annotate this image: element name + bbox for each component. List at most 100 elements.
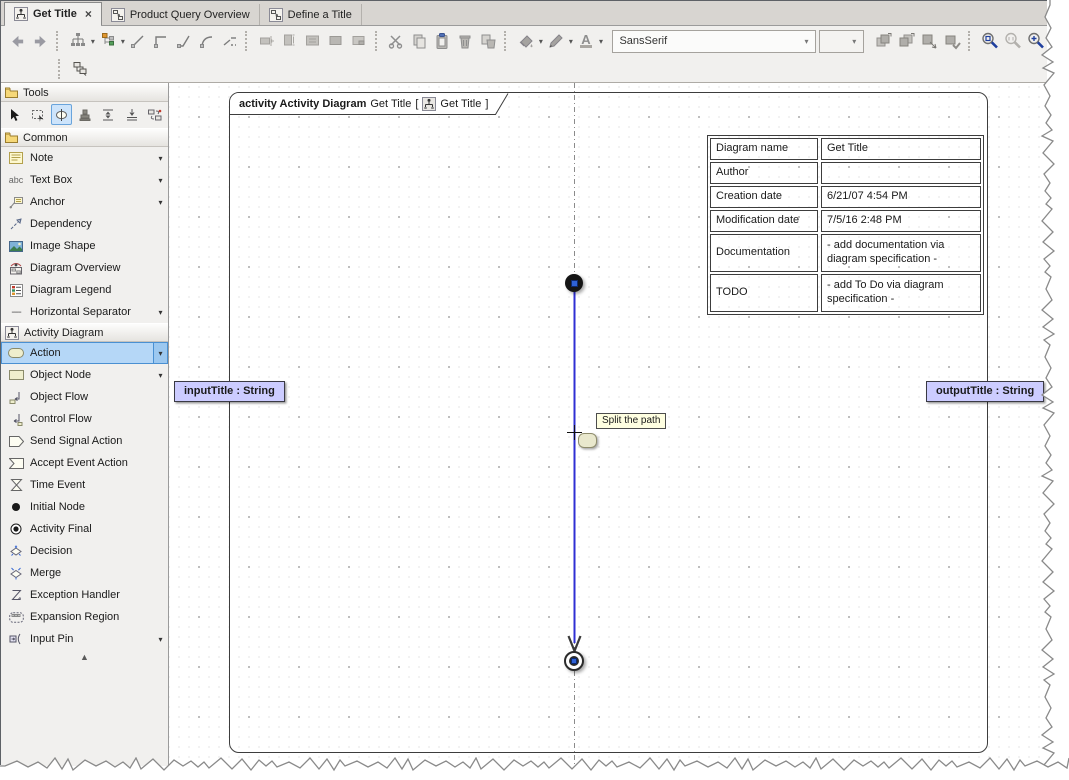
delete-button[interactable] [454, 30, 477, 53]
palette-item-text-box[interactable]: abc Text Box ▾ [1, 169, 168, 191]
dropdown-caret-icon[interactable]: ▾ [153, 343, 167, 363]
layout-diagram-button[interactable] [66, 30, 89, 53]
same-size-button[interactable] [302, 30, 325, 53]
palette-item-label: Time Event [30, 479, 86, 491]
zoom-1-1-button[interactable] [1001, 30, 1024, 53]
tab-product-query-overview[interactable]: Product Query Overview [102, 4, 260, 25]
line-color-button[interactable] [544, 30, 567, 53]
swap-element-tool[interactable] [145, 104, 166, 125]
activity-diagram-section-header[interactable]: Activity Diagram [1, 323, 168, 342]
split-path-tool[interactable] [50, 104, 73, 125]
resize-height-button[interactable] [279, 30, 302, 53]
palette-item-initial-node[interactable]: Initial Node [1, 496, 168, 518]
line-style-bent-button[interactable] [172, 30, 195, 53]
palette-item-accept-event-action[interactable]: Accept Event Action [1, 452, 168, 474]
dropdown-caret-icon[interactable]: ▾ [154, 148, 167, 168]
compress-spacing-tool[interactable] [121, 104, 142, 125]
autosize-button[interactable] [325, 30, 348, 53]
resize-width-button[interactable] [256, 30, 279, 53]
palette-item-control-flow[interactable]: Control Flow [1, 408, 168, 430]
activity-final-node[interactable] [564, 651, 584, 671]
common-section-header[interactable]: Common [1, 128, 168, 147]
palette-item-horizontal-separator[interactable]: ---- Horizontal Separator ▾ [1, 301, 168, 323]
palette-item-label: Merge [30, 567, 62, 579]
tab-label: Define a Title [287, 8, 352, 21]
stamp-tool[interactable] [74, 104, 95, 125]
dropdown-caret-icon[interactable]: ▾ [154, 365, 167, 385]
fill-color-caret-icon[interactable]: ▾ [537, 37, 544, 46]
palette-item-exception-handler[interactable]: Exception Handler [1, 584, 168, 606]
selection-handle[interactable] [571, 658, 577, 664]
diagram-info-table[interactable]: Diagram name Get Title Author Creation d… [707, 135, 984, 315]
forward-button[interactable] [29, 30, 52, 53]
control-flow-edge[interactable] [566, 291, 583, 657]
palette-item-diagram-legend[interactable]: Diagram Legend [1, 279, 168, 301]
cut-button[interactable] [385, 30, 408, 53]
frame-header-close-bracket: ] [485, 97, 489, 110]
vertical-spacing-tool[interactable] [98, 104, 119, 125]
tools-section-header[interactable]: Tools [1, 83, 168, 102]
note-icon [7, 152, 25, 164]
font-color-button[interactable]: A [574, 30, 597, 53]
select-siblings-button[interactable] [918, 30, 941, 53]
palette-item-object-flow[interactable]: Object Flow [1, 386, 168, 408]
zoom-region-button[interactable] [978, 30, 1001, 53]
table-row: Author [710, 162, 981, 184]
line-style-oblique-button[interactable] [126, 30, 149, 53]
font-family-combo[interactable]: SansSerif ▾ [612, 29, 817, 53]
line-color-caret-icon[interactable]: ▾ [567, 37, 574, 46]
rubber-band-select-tool[interactable] [27, 104, 48, 125]
palette-item-send-signal-action[interactable]: Send Signal Action [1, 430, 168, 452]
font-color-caret-icon[interactable]: ▾ [597, 37, 604, 46]
reset-size-button[interactable] [348, 30, 371, 53]
palette-item-decision[interactable]: Decision [1, 540, 168, 562]
send-to-back-button[interactable] [895, 30, 918, 53]
zoom-in-button[interactable] [1024, 30, 1047, 53]
dropdown-caret-icon[interactable]: ▾ [154, 629, 167, 649]
frame-header-name: Get Title [370, 97, 412, 110]
palette-item-activity-final[interactable]: Activity Final [1, 518, 168, 540]
initial-node[interactable] [565, 274, 583, 292]
quick-layout-button[interactable] [96, 30, 119, 53]
table-cell-value: Get Title [821, 138, 981, 160]
diagram-tab-bar: Get Title × Product Query Overview Defin… [1, 1, 1047, 26]
palette-item-label: Input Pin [30, 633, 74, 645]
palette-item-dependency[interactable]: Dependency [1, 213, 168, 235]
dropdown-caret-icon[interactable]: ▾ [154, 302, 167, 322]
tab-define-a-title[interactable]: Define a Title [260, 4, 362, 25]
palette-scroll-up-button[interactable]: ▲ [1, 650, 168, 665]
layout-dropdown-caret-icon[interactable]: ▾ [89, 37, 96, 46]
select-tool[interactable] [4, 104, 25, 125]
dropdown-caret-icon[interactable]: ▾ [154, 170, 167, 190]
palette-item-diagram-overview[interactable]: Diagram Overview [1, 257, 168, 279]
quick-layout-dropdown-caret-icon[interactable]: ▾ [119, 37, 126, 46]
back-button[interactable] [6, 30, 29, 53]
copy-style-button[interactable] [477, 30, 500, 53]
font-size-combo[interactable]: ▾ [819, 29, 864, 53]
palette-item-anchor[interactable]: Anchor ▾ [1, 191, 168, 213]
fill-color-button[interactable] [514, 30, 537, 53]
copy-button[interactable] [408, 30, 431, 53]
palette-item-note[interactable]: Note ▾ [1, 147, 168, 169]
line-style-curved-button[interactable] [195, 30, 218, 53]
palette-item-input-pin[interactable]: Input Pin ▾ [1, 628, 168, 650]
bring-to-front-button[interactable] [872, 30, 895, 53]
tab-get-title[interactable]: Get Title × [4, 2, 102, 26]
paste-button[interactable] [431, 30, 454, 53]
palette-item-action[interactable]: Action ▾ [1, 342, 168, 364]
palette-item-merge[interactable]: Merge [1, 562, 168, 584]
output-parameter-label[interactable]: outputTitle : String [926, 381, 1045, 402]
palette-item-time-event[interactable]: Time Event [1, 474, 168, 496]
palette-item-image-shape[interactable]: Image Shape [1, 235, 168, 257]
diagram-canvas[interactable]: activity Activity Diagram Get Title [ Ge… [169, 83, 1047, 766]
palette-item-expansion-region[interactable]: Expansion Region [1, 606, 168, 628]
refresh-style-button[interactable] [941, 30, 964, 53]
tab-close-icon[interactable]: × [85, 8, 92, 20]
input-parameter-label[interactable]: inputTitle : String [174, 381, 285, 402]
related-elements-button[interactable] [69, 58, 92, 81]
selection-handle[interactable] [570, 279, 578, 287]
line-style-rectilinear-button[interactable] [149, 30, 172, 53]
line-style-mixed-button[interactable] [218, 30, 241, 53]
dropdown-caret-icon[interactable]: ▾ [154, 192, 167, 212]
palette-item-object-node[interactable]: Object Node ▾ [1, 364, 168, 386]
